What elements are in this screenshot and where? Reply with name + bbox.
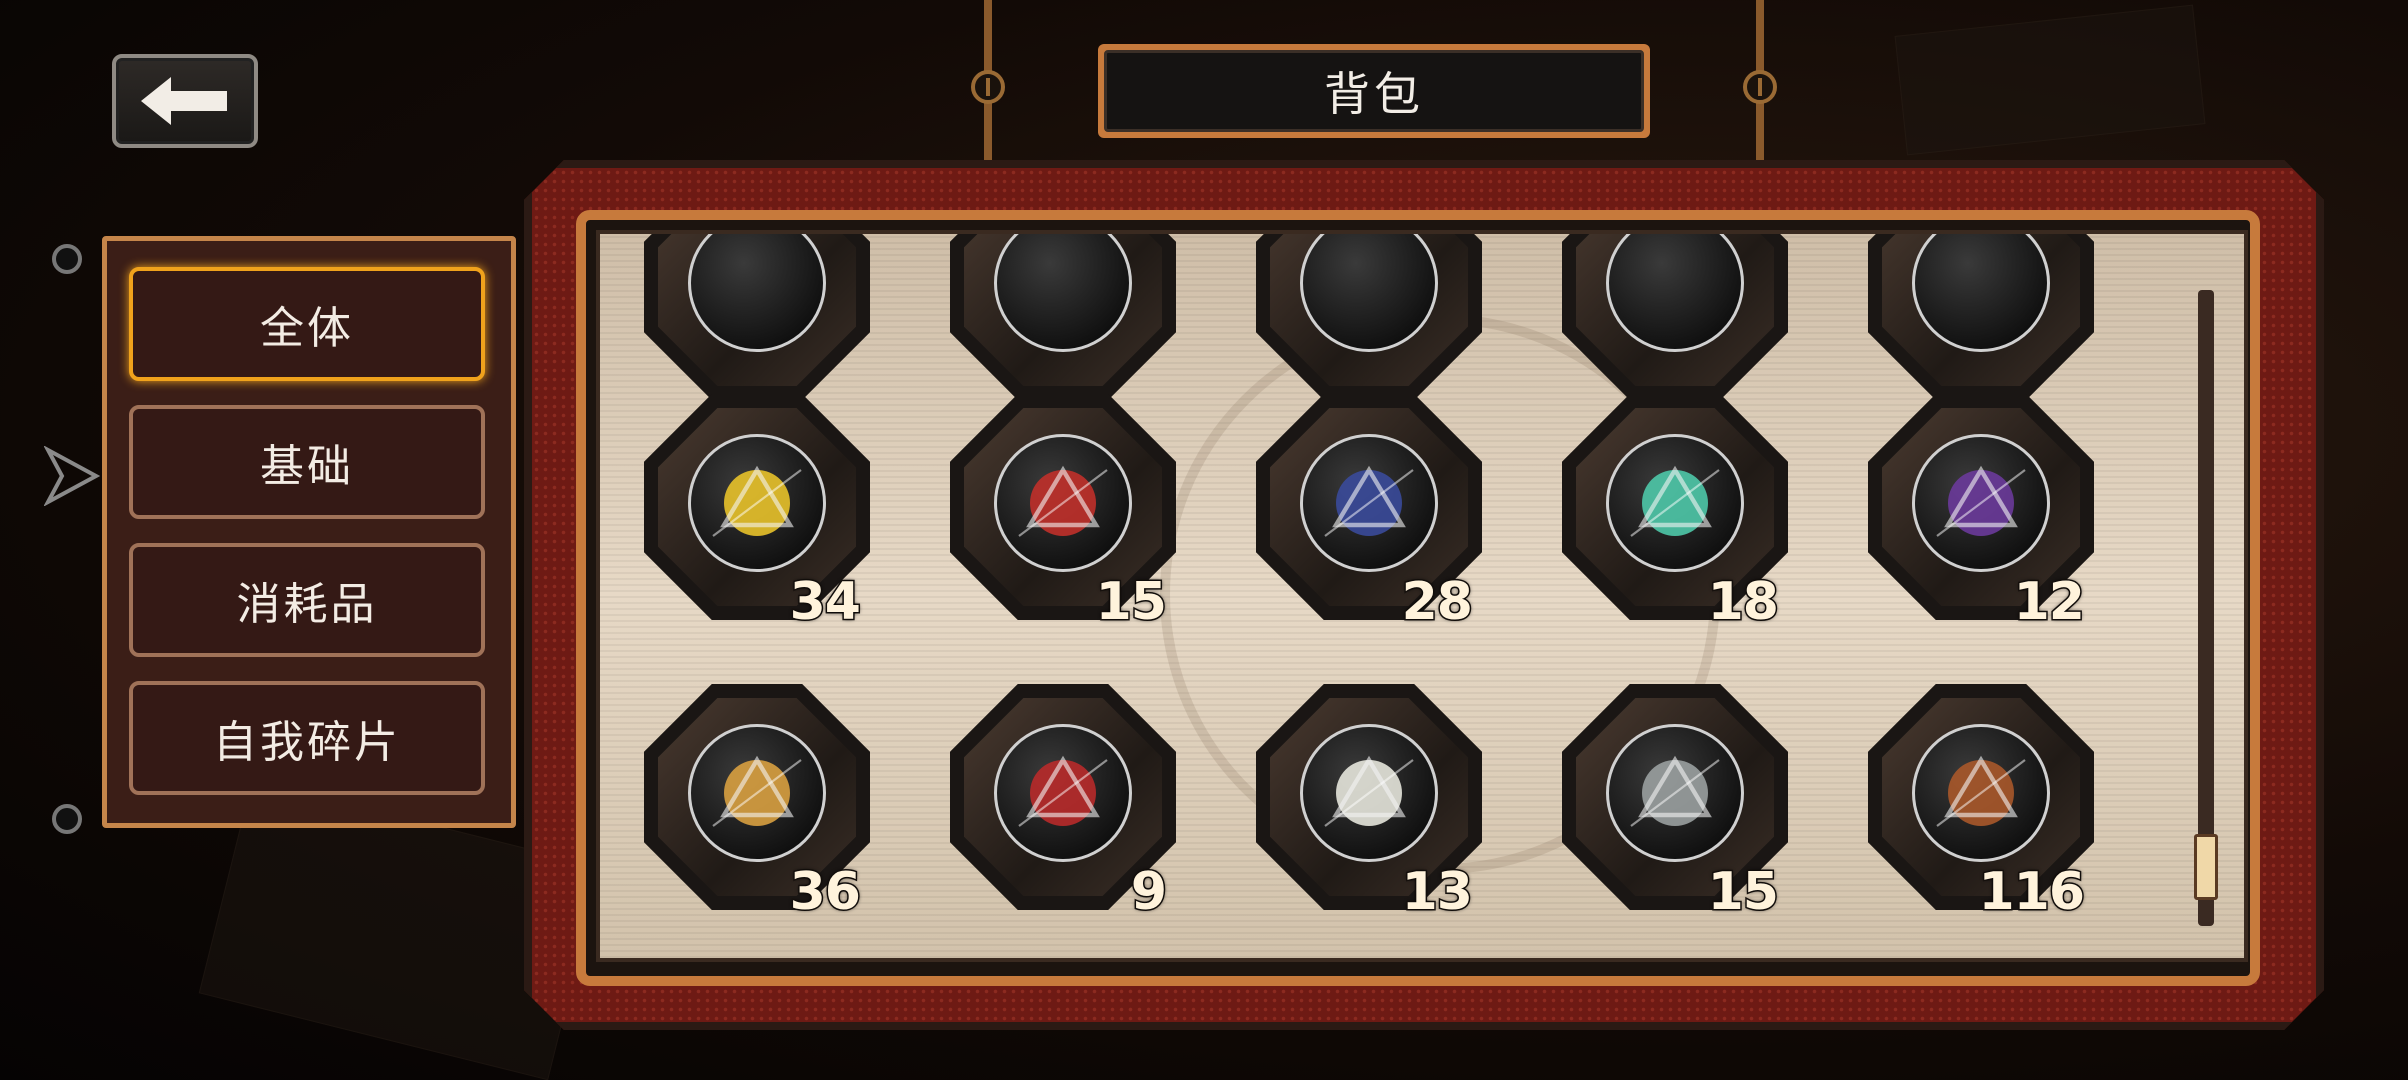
inventory-item[interactable]: 13	[1256, 684, 1482, 924]
inventory-item[interactable]: 18	[1562, 394, 1788, 634]
page-title: 背包	[1104, 50, 1644, 132]
gold-compass-icon	[688, 724, 826, 862]
title-plate: 背包	[1098, 44, 1650, 138]
inventory-item[interactable]: 116	[1868, 684, 2094, 924]
item-count: 18	[1706, 571, 1780, 634]
inventory-item[interactable]: 28	[1256, 394, 1482, 634]
pipe-knob-decoration	[971, 70, 1005, 104]
category-tab-basic[interactable]: 基础	[129, 405, 485, 519]
inventory-grid[interactable]: 5410130451934152818123691315116	[596, 230, 2248, 962]
inventory-item[interactable]: 12	[1868, 394, 2094, 634]
silver-net-icon	[1606, 724, 1744, 862]
item-count: 13	[1400, 861, 1474, 924]
inventory-item[interactable]: 15	[1562, 684, 1788, 924]
red-flower-icon	[994, 724, 1132, 862]
item-count: 9	[1129, 861, 1168, 924]
back-button[interactable]	[112, 54, 258, 148]
inventory-scrollbar[interactable]	[2198, 290, 2214, 926]
panel-rivet-decoration	[52, 244, 82, 274]
inventory-item[interactable]: 34	[644, 394, 870, 634]
category-tab-ego-fragments[interactable]: 自我碎片	[129, 681, 485, 795]
purple-moon-icon	[1912, 434, 2050, 572]
teal-eye-icon	[1606, 434, 1744, 572]
item-count: 36	[788, 861, 862, 924]
inventory-item[interactable]: 15	[950, 394, 1176, 634]
inventory-item[interactable]: 9	[950, 684, 1176, 924]
brown-wing-icon	[1912, 724, 2050, 862]
item-count: 28	[1400, 571, 1474, 634]
item-count: 34	[788, 571, 862, 634]
yellow-creature-icon	[688, 434, 826, 572]
item-count: 15	[1706, 861, 1780, 924]
back-arrow-icon	[141, 77, 227, 125]
white-vine-icon	[1300, 724, 1438, 862]
category-tab-consumables[interactable]: 消耗品	[129, 543, 485, 657]
pipe-knob-decoration	[1743, 70, 1777, 104]
inventory-item[interactable]: 36	[644, 684, 870, 924]
item-count: 116	[1977, 861, 2087, 924]
item-count: 12	[2012, 571, 2086, 634]
red-glyph-icon	[994, 434, 1132, 572]
blue-chain-icon	[1300, 434, 1438, 572]
scrollbar-thumb[interactable]	[2194, 834, 2218, 900]
category-tab-all[interactable]: 全体	[129, 267, 485, 381]
item-count: 15	[1094, 571, 1168, 634]
category-panel: 全体 基础 消耗品 自我碎片	[102, 236, 516, 828]
panel-pointer-icon	[44, 446, 100, 506]
panel-rivet-decoration	[52, 804, 82, 834]
background-paper	[1894, 4, 2206, 156]
